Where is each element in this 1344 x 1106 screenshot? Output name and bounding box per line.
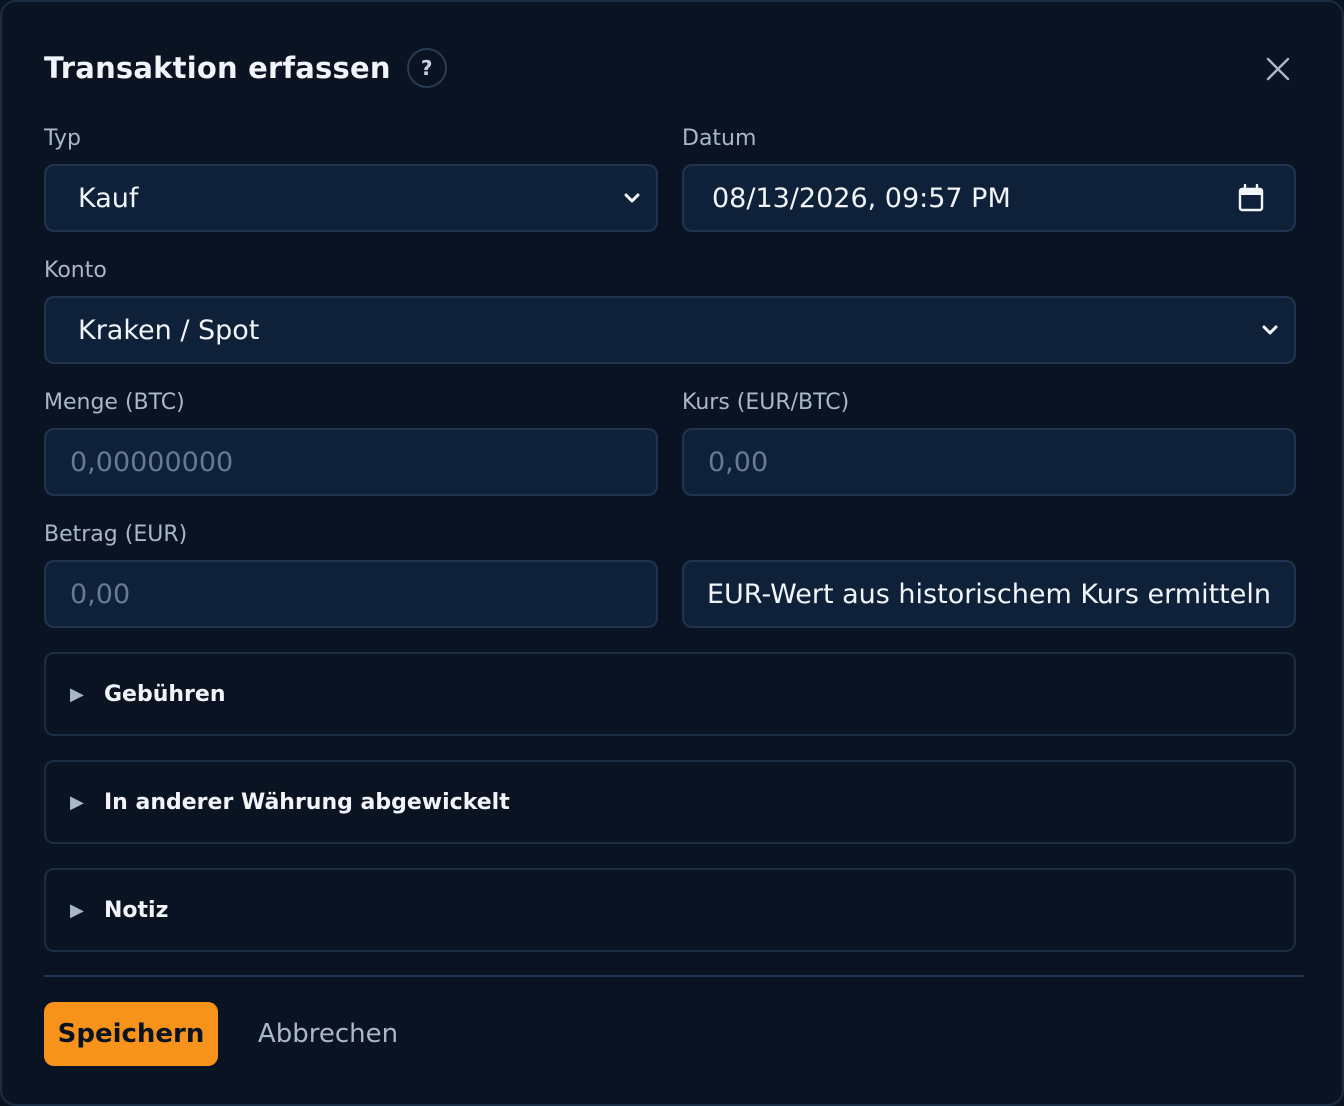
section-note-label: Notiz — [104, 897, 169, 923]
section-note[interactable]: ▶ Notiz — [44, 868, 1296, 952]
account-select-value: Kraken / Spot — [78, 314, 260, 346]
amount-label: Betrag (EUR) — [44, 522, 188, 547]
rate-placeholder: 0,00 — [708, 446, 769, 478]
dialog-title: Transaktion erfassen — [44, 51, 391, 85]
expand-triangle-icon: ▶ — [70, 899, 84, 921]
section-other-currency[interactable]: ▶ In anderer Währung abgewickelt — [44, 760, 1296, 844]
chevron-down-icon — [624, 193, 640, 203]
help-icon[interactable]: ? — [406, 48, 447, 88]
save-button[interactable]: Speichern — [44, 1002, 218, 1066]
date-input[interactable]: 08/13/2026, 09:57 PM — [682, 164, 1296, 232]
expand-triangle-icon: ▶ — [70, 683, 84, 705]
dialog-header: Transaktion erfassen ? — [44, 44, 447, 92]
calendar-icon[interactable] — [1238, 184, 1264, 212]
type-label: Typ — [44, 126, 81, 151]
cancel-button[interactable]: Abbrechen — [240, 1002, 416, 1066]
account-label: Konto — [44, 258, 107, 283]
close-button[interactable] — [1261, 52, 1295, 86]
section-fees-label: Gebühren — [104, 681, 226, 707]
quantity-placeholder: 0,00000000 — [70, 446, 234, 478]
expand-triangle-icon: ▶ — [70, 791, 84, 813]
amount-placeholder: 0,00 — [70, 578, 131, 610]
close-icon — [1266, 57, 1290, 81]
section-other-currency-label: In anderer Währung abgewickelt — [104, 789, 510, 815]
quantity-input[interactable]: 0,00000000 — [44, 428, 658, 496]
rate-input[interactable]: 0,00 — [682, 428, 1296, 496]
section-fees[interactable]: ▶ Gebühren — [44, 652, 1296, 736]
quantity-label: Menge (BTC) — [44, 390, 185, 415]
rate-label: Kurs (EUR/BTC) — [682, 390, 850, 415]
account-select[interactable]: Kraken / Spot — [44, 296, 1296, 364]
chevron-down-icon — [1262, 325, 1278, 335]
historical-rate-button[interactable]: EUR-Wert aus historischem Kurs ermitteln — [682, 560, 1296, 628]
type-select[interactable]: Kauf — [44, 164, 658, 232]
type-select-value: Kauf — [78, 182, 139, 214]
footer-divider — [44, 975, 1304, 977]
date-input-value: 08/13/2026, 09:57 PM — [712, 182, 1011, 214]
amount-input[interactable]: 0,00 — [44, 560, 658, 628]
transaction-dialog: Transaktion erfassen ? Typ Kauf Datum 08… — [0, 0, 1344, 1106]
date-label: Datum — [682, 126, 757, 151]
